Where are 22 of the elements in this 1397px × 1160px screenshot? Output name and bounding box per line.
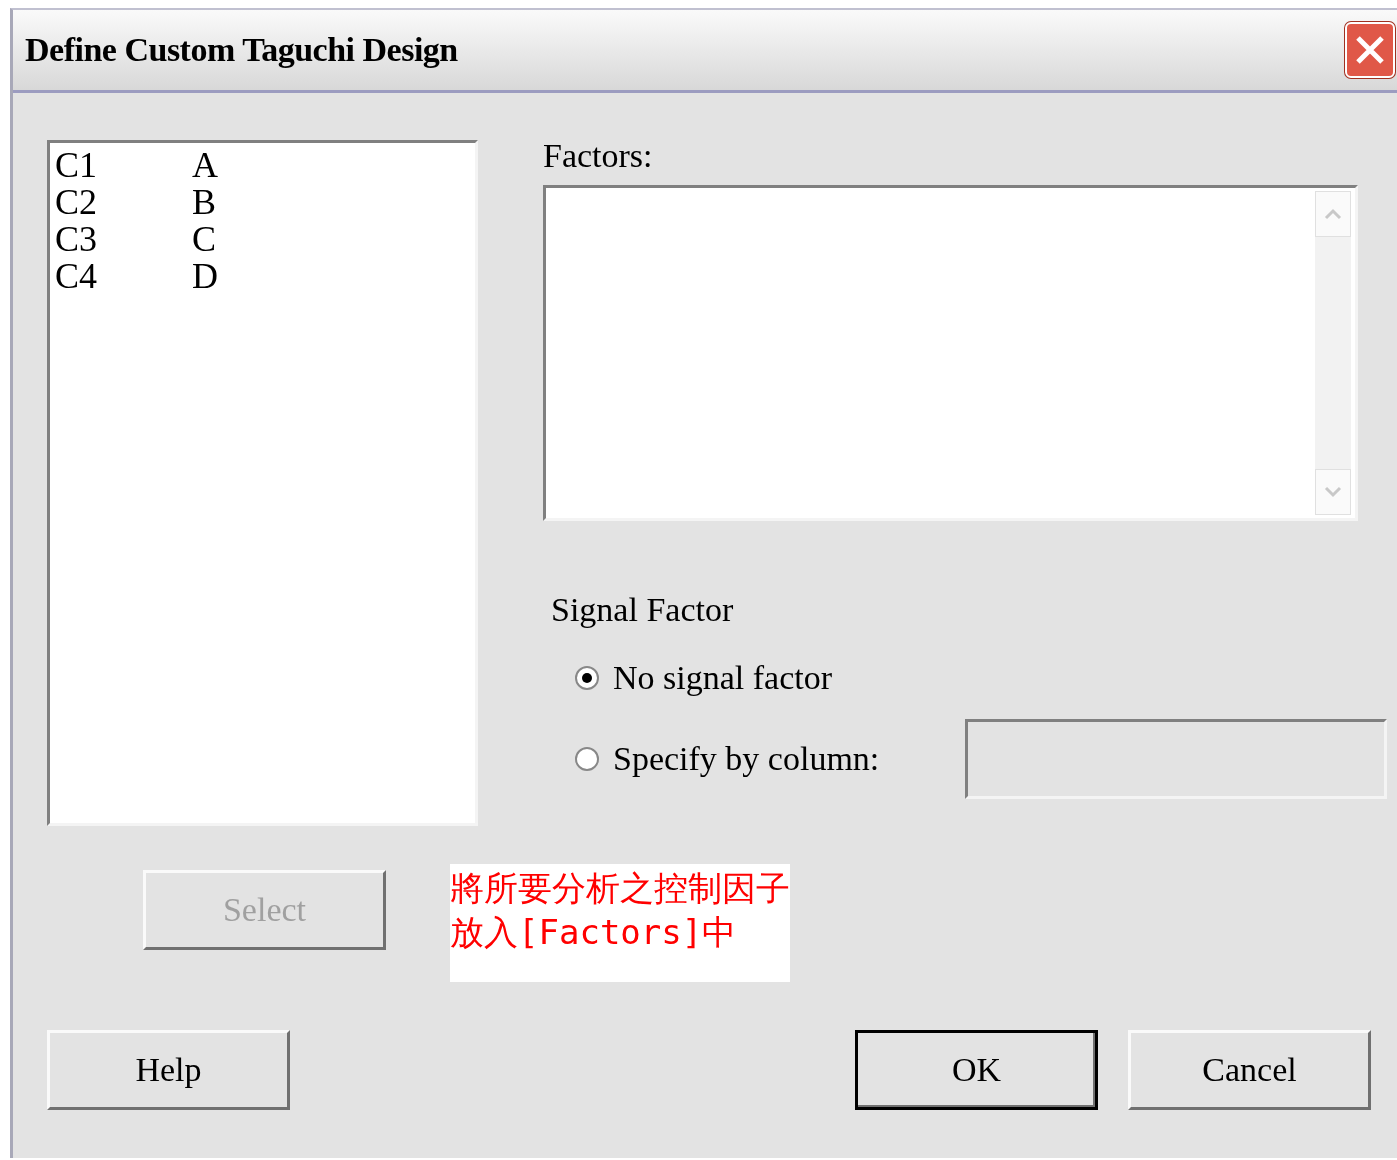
signal-factor-label: Signal Factor xyxy=(551,591,734,629)
close-button[interactable] xyxy=(1345,22,1395,78)
window-title: Define Custom Taguchi Design xyxy=(25,31,458,69)
column-name[interactable]: C xyxy=(192,221,216,258)
column-name[interactable]: A xyxy=(192,147,218,184)
radio-label[interactable]: Specify by column: xyxy=(613,740,880,778)
dialog-button[interactable]: OK xyxy=(855,1030,1098,1110)
dialog-button[interactable]: Help xyxy=(47,1030,290,1110)
radio-button[interactable] xyxy=(575,666,599,690)
column-id[interactable]: C2 xyxy=(55,184,192,221)
column-name[interactable]: D xyxy=(192,258,218,295)
column-id[interactable]: C4 xyxy=(55,258,192,295)
dialog-button[interactable]: Cancel xyxy=(1128,1030,1371,1110)
column-field[interactable] xyxy=(965,719,1388,799)
annotation-text: 放入[Factors]中 xyxy=(450,911,738,954)
annotation-text: 將所要分析之控制因子 xyxy=(450,867,790,910)
factors-label: Factors: xyxy=(543,137,653,175)
radio-label[interactable]: No signal factor xyxy=(613,659,833,697)
radio-button[interactable] xyxy=(575,747,599,771)
column-name[interactable]: B xyxy=(192,184,216,221)
column-id[interactable]: C3 xyxy=(55,221,192,258)
column-id[interactable]: C1 xyxy=(55,147,192,184)
